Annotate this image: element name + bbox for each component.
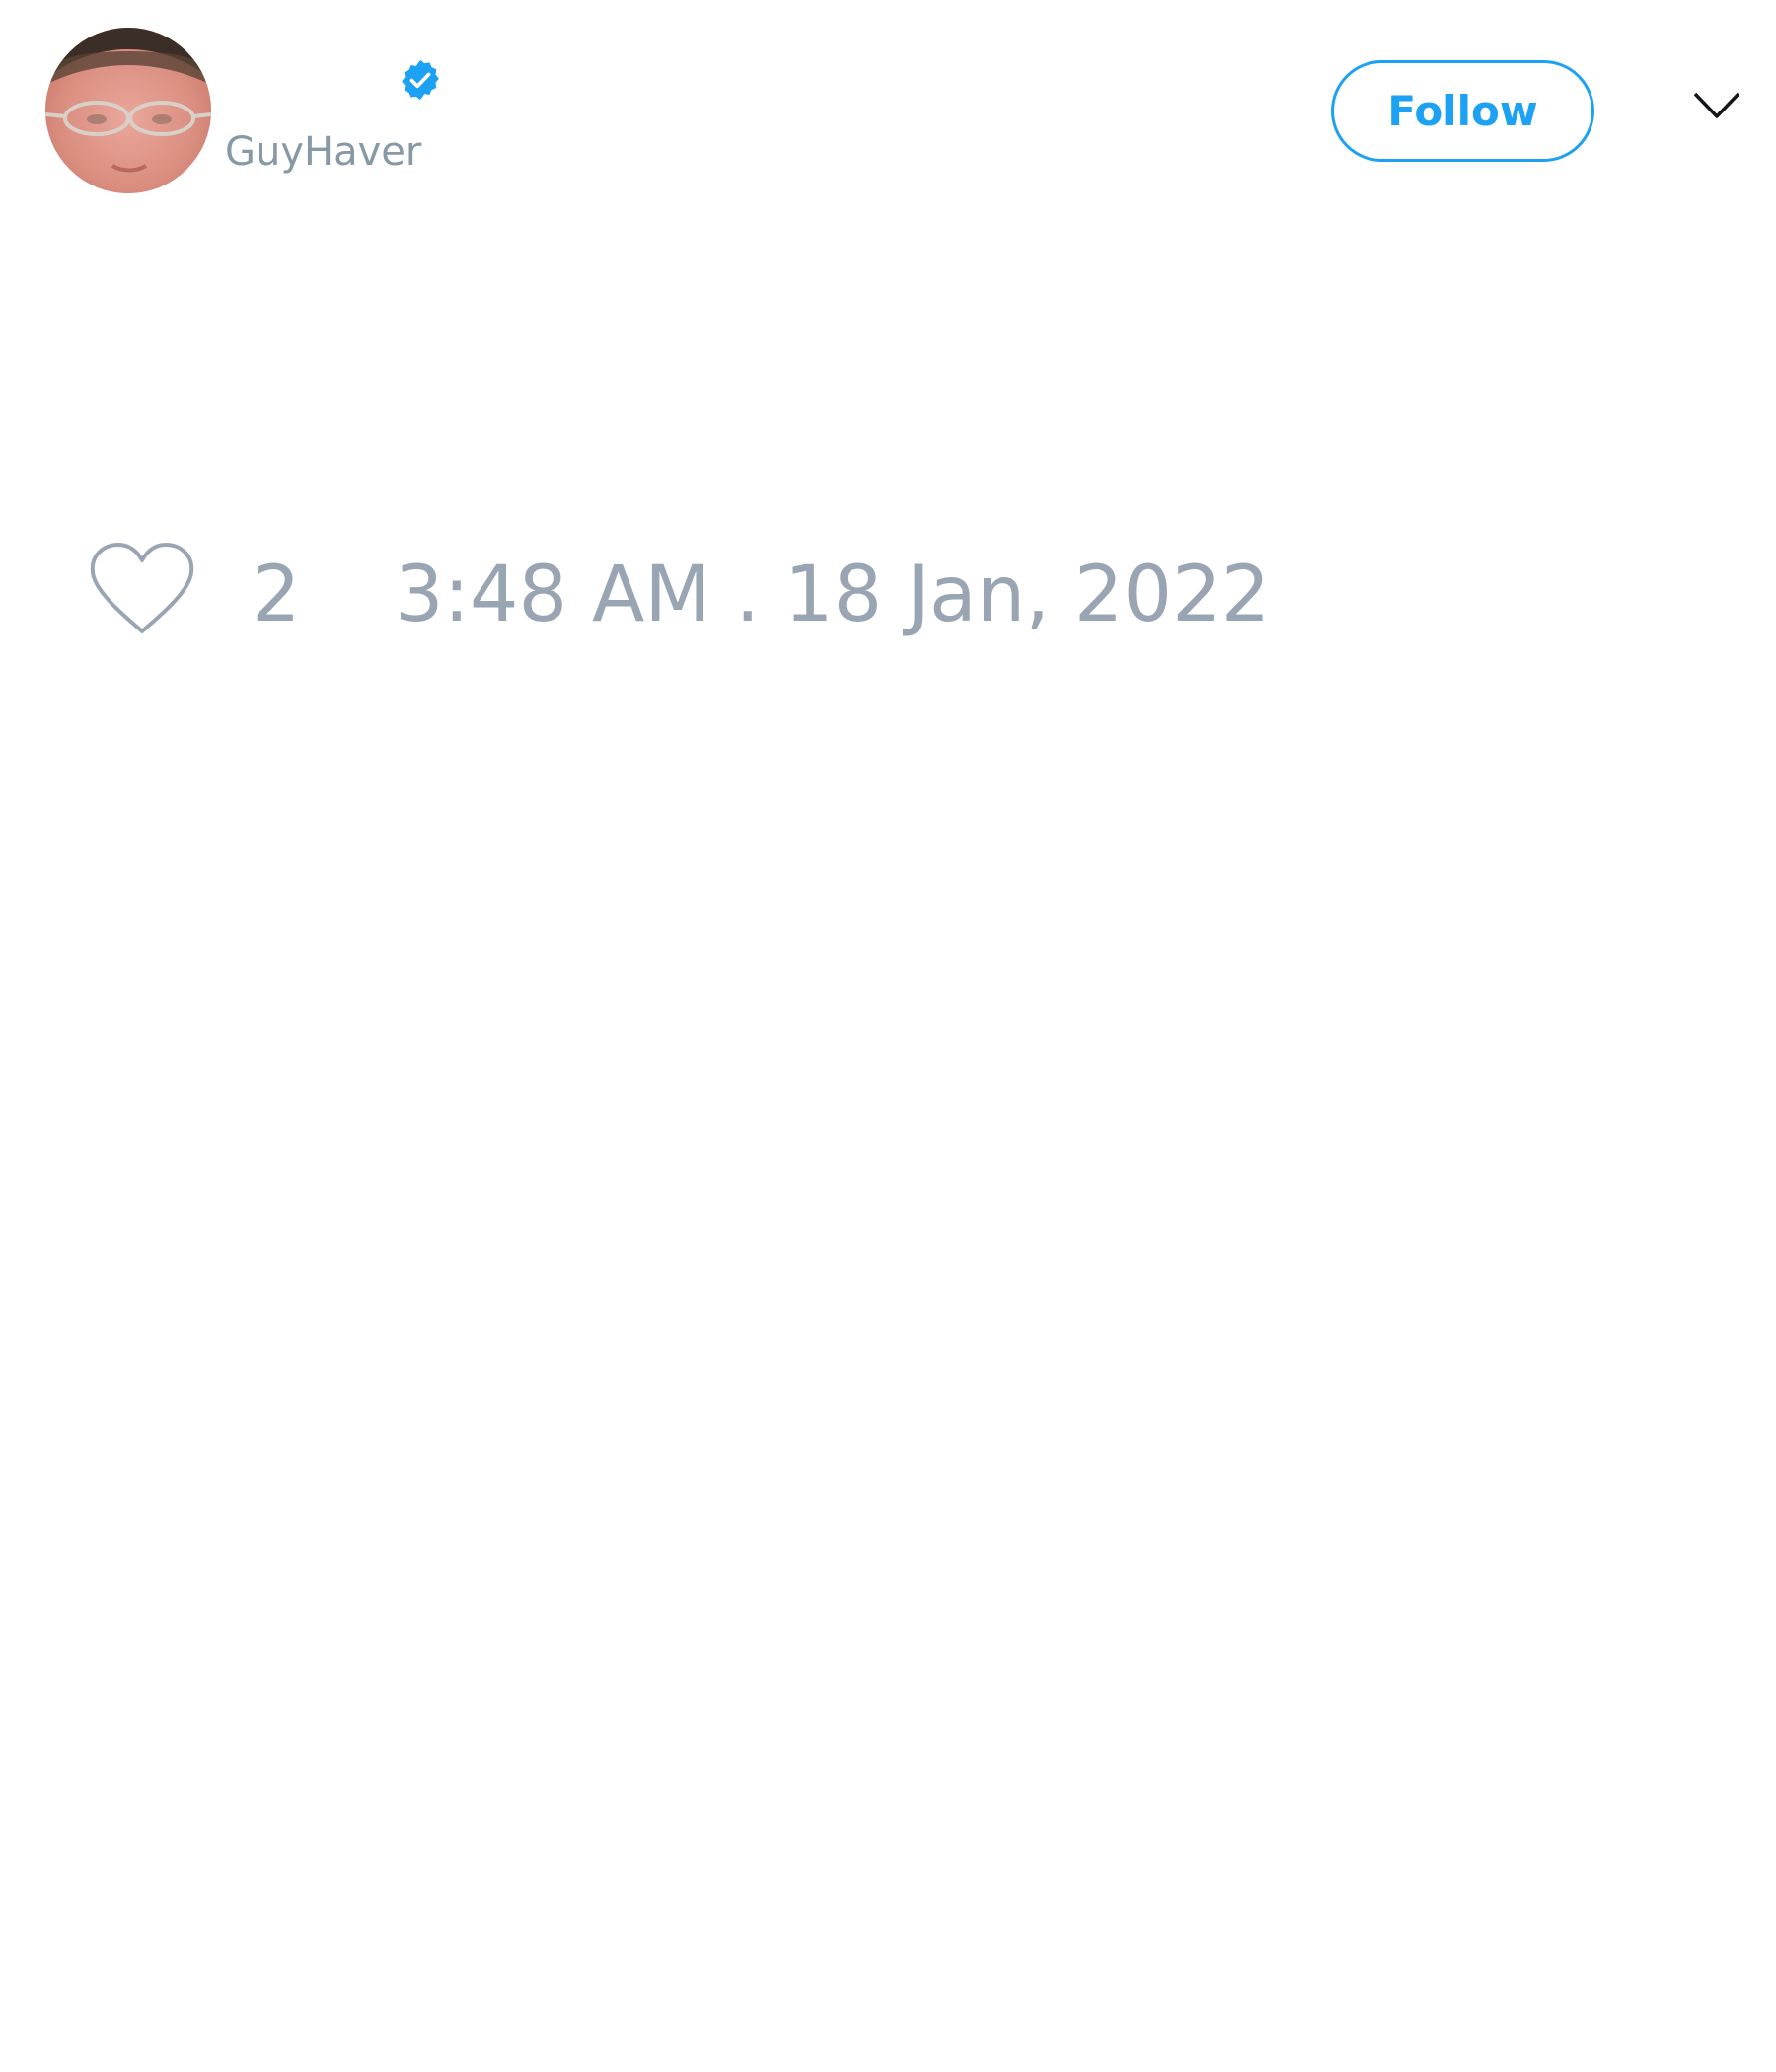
- follow-button[interactable]: Follow: [1331, 60, 1594, 162]
- author-avatar[interactable]: [45, 28, 211, 193]
- author-handle[interactable]: GuyHaver: [225, 124, 421, 180]
- tweet-timestamp[interactable]: 3:48 AM . 18 Jan, 2022: [395, 551, 1270, 639]
- chevron-down-icon[interactable]: [1693, 91, 1740, 120]
- like-count: 2: [252, 551, 301, 639]
- tweet-header: GuyHaver Follow: [0, 0, 1776, 217]
- avatar-photo: [45, 28, 211, 193]
- heart-outline-icon[interactable]: [89, 543, 195, 637]
- tweet-footer: 2 3:48 AM . 18 Jan, 2022: [0, 533, 1776, 651]
- verified-badge-icon: [402, 59, 439, 101]
